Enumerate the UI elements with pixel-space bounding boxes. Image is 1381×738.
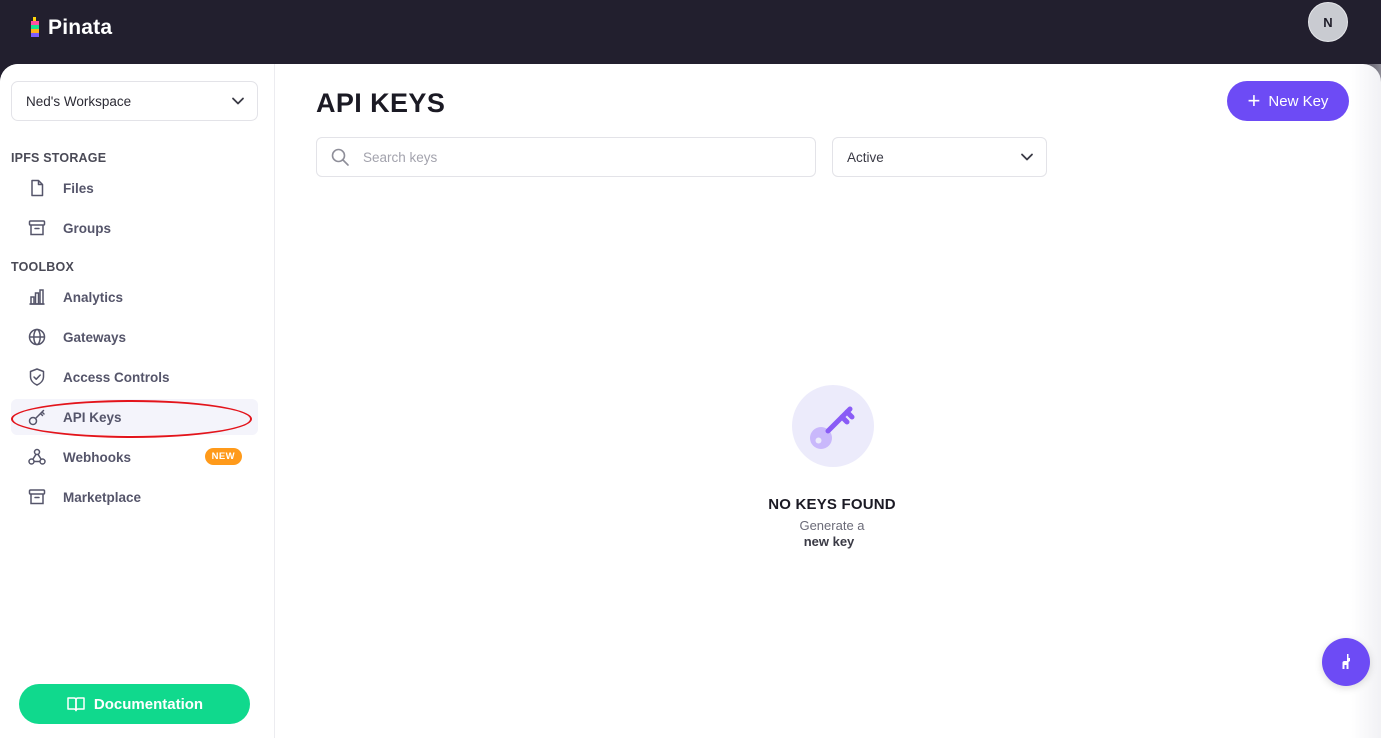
sidebar-item-groups[interactable]: Groups	[11, 210, 258, 246]
key-icon	[26, 406, 48, 428]
workspace-selector[interactable]: Ned's Workspace	[11, 81, 258, 121]
chevron-down-icon	[1021, 153, 1033, 161]
section-title-toolbox: TOOLBOX	[11, 260, 74, 274]
sidebar-item-files[interactable]: Files	[11, 170, 258, 206]
sidebar-item-marketplace[interactable]: Marketplace	[11, 479, 258, 515]
pinata-llama-icon	[1342, 654, 1350, 669]
file-icon	[26, 177, 48, 199]
empty-state-title: NO KEYS FOUND	[768, 496, 896, 513]
search-icon	[331, 148, 349, 166]
new-key-link[interactable]: new key	[729, 534, 929, 549]
workspace-name: Ned's Workspace	[26, 93, 132, 109]
search-input[interactable]	[363, 149, 783, 165]
pinata-logo[interactable]: Pinata	[30, 16, 112, 40]
sidebar-item-gateways[interactable]: Gateways	[11, 319, 258, 355]
sidebar-item-label: Groups	[63, 220, 112, 236]
new-badge: NEW	[204, 448, 242, 465]
sidebar: Ned's Workspace IPFS STORAGE Files Group…	[0, 64, 275, 738]
sidebar-item-label: API Keys	[63, 409, 122, 425]
empty-state-icon	[792, 385, 874, 467]
sidebar-item-api-keys[interactable]: API Keys	[11, 399, 258, 435]
key-icon	[810, 406, 855, 449]
documentation-button[interactable]: Documentation	[19, 684, 250, 724]
empty-state-subtitle: Generate a	[799, 518, 865, 533]
chevron-down-icon	[232, 97, 244, 105]
book-open-icon	[67, 697, 85, 712]
support-chat-button[interactable]	[1322, 638, 1370, 686]
sidebar-item-label: Files	[63, 180, 94, 196]
status-filter-value: Active	[847, 149, 884, 165]
archive-icon	[26, 217, 48, 239]
brand-name: Pinata	[48, 16, 113, 39]
sidebar-item-label: Webhooks	[63, 449, 132, 465]
sidebar-item-label: Marketplace	[63, 489, 142, 505]
shield-check-icon	[26, 366, 48, 388]
bar-chart-icon	[26, 286, 48, 308]
top-bar: Pinata N	[0, 0, 1381, 64]
sidebar-item-label: Access Controls	[63, 369, 170, 385]
sidebar-item-analytics[interactable]: Analytics	[11, 279, 258, 315]
app-shell: Ned's Workspace IPFS STORAGE Files Group…	[0, 64, 1381, 738]
archive-icon	[26, 486, 48, 508]
sidebar-item-label: Gateways	[63, 329, 127, 345]
globe-icon	[26, 326, 48, 348]
plus-icon: +	[1247, 88, 1261, 113]
sidebar-item-access-controls[interactable]: Access Controls	[11, 359, 258, 395]
user-avatar[interactable]: N	[1308, 2, 1348, 42]
status-filter-select[interactable]: Active	[832, 137, 1047, 177]
new-key-label: New Key	[1268, 92, 1329, 110]
pinata-logo-icon	[31, 17, 39, 37]
new-key-button[interactable]: + New Key	[1227, 81, 1349, 121]
documentation-label: Documentation	[93, 695, 204, 713]
webhook-icon	[26, 446, 48, 468]
sidebar-item-webhooks[interactable]: Webhooks NEW	[11, 439, 258, 475]
main-content: API KEYS + New Key Active NO KEYS FOUND …	[276, 64, 1381, 738]
sidebar-item-label: Analytics	[63, 289, 124, 305]
page-title: API KEYS	[316, 88, 446, 118]
section-title-ipfs-storage: IPFS STORAGE	[11, 151, 107, 165]
search-box	[316, 137, 816, 177]
